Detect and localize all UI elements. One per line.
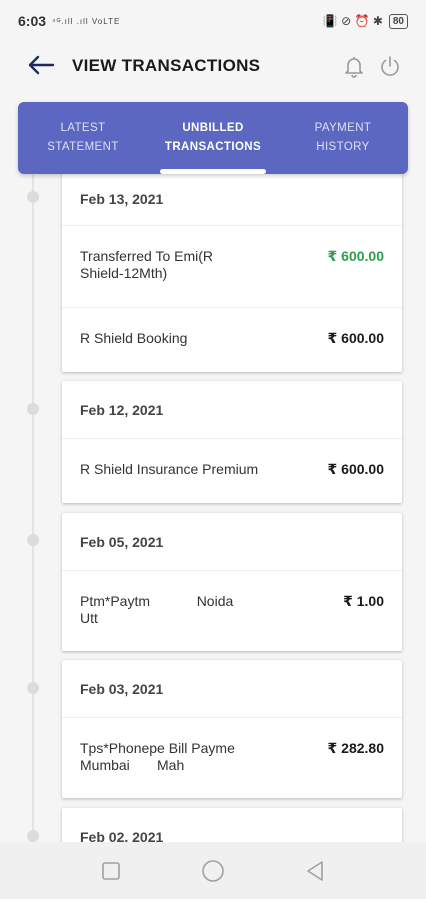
page-title: VIEW TRANSACTIONS — [72, 56, 261, 75]
transaction-card: Feb 03, 2021 Tps*Phonepe Bill Payme Mumb… — [62, 660, 402, 798]
card-date: Feb 12, 2021 — [62, 381, 402, 439]
status-bar: 6:03 ⁴ᴳ.ıll .ıll VoLTE 📳 ⊘ ⏰ ✱ 80 — [0, 0, 426, 42]
timeline-dot — [27, 191, 39, 203]
transaction-card: Feb 12, 2021 R Shield Insurance Premium … — [62, 381, 402, 503]
transaction-row[interactable]: Ptm*Paytm Noida Utt ₹ 1.00 — [62, 571, 402, 651]
transaction-card: Feb 05, 2021 Ptm*Paytm Noida Utt ₹ 1.00 — [62, 513, 402, 651]
battery-icon: 80 — [388, 13, 408, 29]
tab-label-line1: UNBILLED — [182, 122, 244, 134]
tab-label-line2: TRANSACTIONS — [164, 141, 262, 153]
tab-payment-history[interactable]: PAYMENT HISTORY — [278, 102, 408, 174]
signal-icons: ⁴ᴳ.ıll .ıll VoLTE — [52, 16, 121, 26]
timeline-line — [32, 175, 34, 845]
tab-label-line2: STATEMENT — [47, 141, 119, 153]
timeline-dot — [27, 403, 39, 415]
transaction-description: Transferred To Emi(R Shield-12Mth) — [80, 248, 214, 281]
status-right: 📳 ⊘ ⏰ ✱ 80 — [322, 13, 408, 29]
tab-label-line1: PAYMENT — [314, 122, 372, 134]
transaction-amount: ₹ 600.00 — [327, 248, 384, 264]
transaction-description: Ptm*Paytm Noida Utt — [80, 593, 234, 626]
tab-label-line1: LATEST — [60, 122, 106, 134]
status-icons-right: 📳 ⊘ ⏰ ✱ — [322, 14, 383, 28]
transaction-amount: ₹ 282.80 — [327, 740, 384, 756]
transaction-row[interactable]: Tps*Phonepe Bill Payme Mumbai Mah ₹ 282.… — [62, 718, 402, 798]
transaction-card: Feb 13, 2021 Transferred To Emi(R Shield… — [62, 172, 402, 372]
transaction-description: Tps*Phonepe Bill Payme Mumbai Mah — [80, 740, 235, 773]
back-arrow-icon[interactable] — [26, 52, 56, 78]
tab-bar: LATEST STATEMENT UNBILLED TRANSACTIONS P… — [18, 102, 408, 174]
bell-icon[interactable] — [342, 54, 366, 78]
timeline-dot — [27, 682, 39, 694]
transaction-amount: ₹ 1.00 — [343, 593, 384, 609]
status-left: 6:03 ⁴ᴳ.ıll .ıll VoLTE — [18, 13, 120, 29]
system-nav-bar — [0, 842, 426, 899]
card-date: Feb 05, 2021 — [62, 513, 402, 571]
power-icon[interactable] — [378, 54, 402, 78]
tab-latest-statement[interactable]: LATEST STATEMENT — [18, 102, 148, 174]
card-date: Feb 03, 2021 — [62, 660, 402, 718]
screen: 6:03 ⁴ᴳ.ıll .ıll VoLTE 📳 ⊘ ⏰ ✱ 80 VIEW T… — [0, 0, 426, 899]
timeline-dot — [27, 830, 39, 842]
timeline-dot — [27, 534, 39, 546]
status-time: 6:03 — [18, 13, 47, 29]
transaction-description: R Shield Insurance Premium — [80, 461, 259, 477]
transaction-row[interactable]: R Shield Booking ₹ 600.00 — [62, 308, 402, 372]
tab-label-line2: HISTORY — [316, 141, 370, 153]
card-date: Feb 13, 2021 — [62, 172, 402, 226]
circle-icon[interactable] — [199, 857, 227, 885]
transaction-amount: ₹ 600.00 — [327, 461, 384, 477]
transaction-amount: ₹ 600.00 — [327, 330, 384, 346]
triangle-back-icon[interactable] — [301, 857, 329, 885]
transaction-row[interactable]: Transferred To Emi(R Shield-12Mth) ₹ 600… — [62, 226, 402, 308]
tab-unbilled-transactions[interactable]: UNBILLED TRANSACTIONS — [148, 102, 278, 174]
square-icon[interactable] — [97, 857, 125, 885]
header: VIEW TRANSACTIONS — [0, 42, 426, 90]
transaction-row[interactable]: R Shield Insurance Premium ₹ 600.00 — [62, 439, 402, 503]
transaction-description: R Shield Booking — [80, 330, 188, 346]
